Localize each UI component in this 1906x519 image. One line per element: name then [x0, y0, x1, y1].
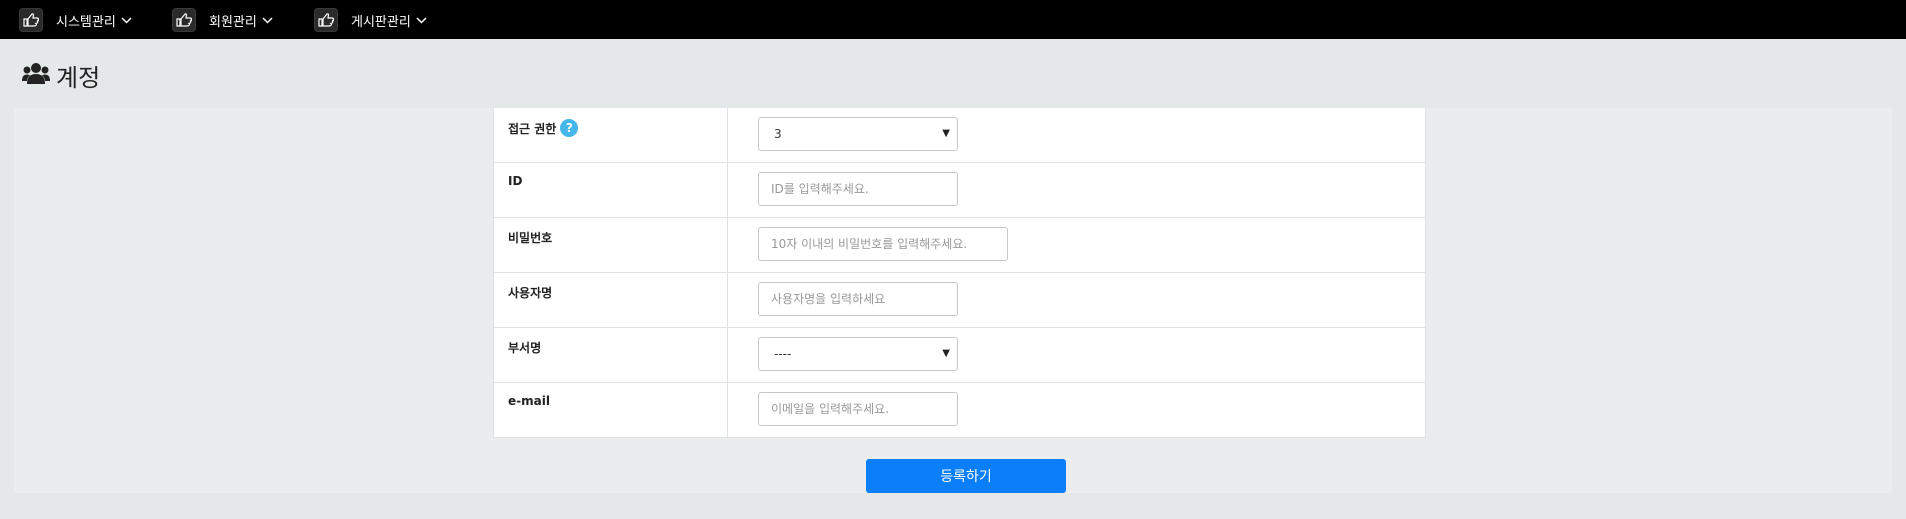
hand-pointer-icon: [19, 8, 43, 32]
username-label: 사용자명: [508, 286, 553, 300]
label-cell: 비밀번호: [494, 218, 728, 272]
email-input[interactable]: [758, 392, 958, 426]
account-form: 접근 권한 ? 3 ▼ ID 비밀번호 사용자명 부서명 ----: [493, 108, 1426, 438]
users-icon: [22, 62, 50, 90]
form-row-id: ID: [494, 163, 1425, 218]
form-row-department: 부서명 ---- ▼: [494, 328, 1425, 383]
department-label: 부서명: [508, 341, 542, 355]
form-row-access-level: 접근 권한 ? 3 ▼: [494, 108, 1425, 163]
field-label: 접근 권한 ?: [508, 119, 579, 137]
email-label: e-mail: [508, 394, 550, 408]
chevron-down-icon: [121, 16, 132, 24]
label-cell: ID: [494, 163, 728, 217]
chevron-down-icon: [262, 16, 273, 24]
nav-label: 시스템관리: [56, 14, 116, 30]
page-title: 계정: [56, 64, 101, 92]
top-navigation-bar: 시스템관리 회원관리 게시판관리: [0, 0, 1906, 39]
caret-down-icon: ▼: [942, 128, 950, 139]
password-input[interactable]: [758, 227, 1008, 261]
access-level-select[interactable]: 3 ▼: [758, 117, 958, 151]
form-row-email: e-mail: [494, 383, 1425, 438]
help-icon[interactable]: ?: [560, 119, 579, 137]
password-label: 비밀번호: [508, 231, 553, 245]
hand-pointer-icon: [172, 8, 196, 32]
hand-pointer-icon: [314, 8, 338, 32]
select-value: 3: [774, 127, 782, 141]
form-row-username: 사용자명: [494, 273, 1425, 328]
page-header: 계정: [22, 58, 100, 93]
id-label: ID: [508, 174, 523, 188]
label-cell: 접근 권한 ?: [494, 108, 728, 162]
register-button[interactable]: 등록하기: [866, 459, 1066, 493]
username-input[interactable]: [758, 282, 958, 316]
label-cell: 부서명: [494, 328, 728, 382]
caret-down-icon: ▼: [942, 348, 950, 359]
label-cell: e-mail: [494, 383, 728, 438]
access-level-label: 접근 권한: [508, 121, 557, 136]
form-row-password: 비밀번호: [494, 218, 1425, 273]
nav-label: 게시판관리: [351, 14, 411, 30]
nav-item-member-management[interactable]: 회원관리: [172, 8, 273, 32]
nav-item-board-management[interactable]: 게시판관리: [314, 8, 427, 32]
nav-item-system-management[interactable]: 시스템관리: [19, 8, 132, 32]
nav-label: 회원관리: [209, 14, 257, 30]
chevron-down-icon: [416, 16, 427, 24]
id-input[interactable]: [758, 172, 958, 206]
label-cell: 사용자명: [494, 273, 728, 327]
select-value: ----: [774, 347, 792, 361]
department-select[interactable]: ---- ▼: [758, 337, 958, 371]
